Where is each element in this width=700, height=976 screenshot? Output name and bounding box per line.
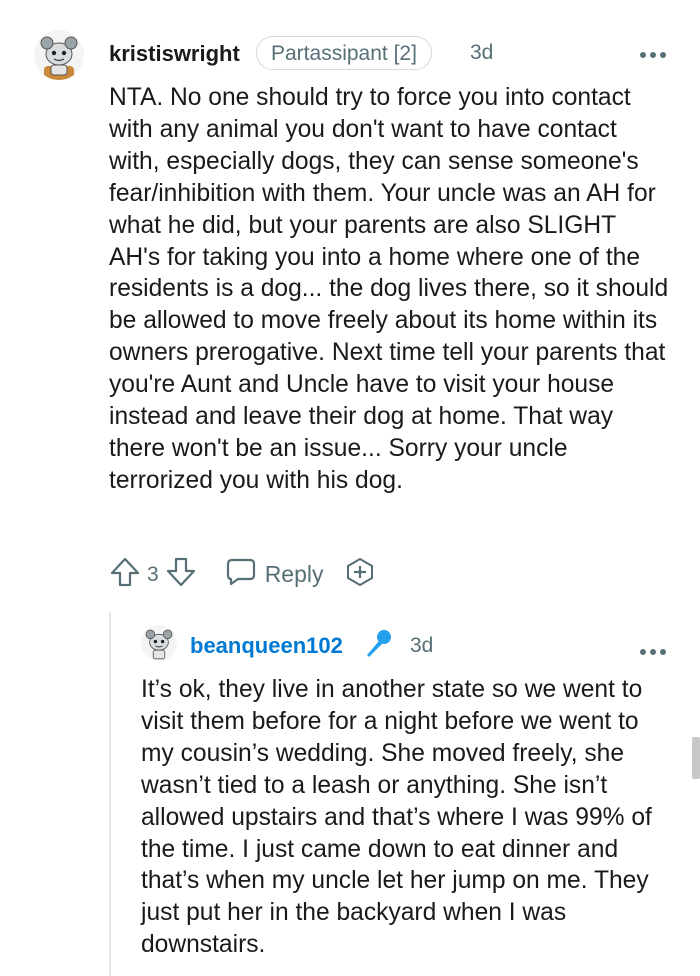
comment-actions: 3 Reply	[109, 556, 376, 593]
comment-body: NTA. No one should try to force you into…	[109, 82, 669, 497]
speech-bubble-icon	[225, 557, 257, 593]
arrow-up-icon[interactable]	[109, 556, 141, 593]
avatar[interactable]	[34, 30, 84, 80]
reply-button[interactable]: Reply	[225, 557, 324, 593]
vote-count: 3	[147, 562, 159, 586]
avatar[interactable]	[141, 625, 177, 661]
reply-timestamp: 3d	[410, 634, 434, 657]
plus-award-icon	[344, 556, 376, 593]
comment-text: NTA. No one should try to force you into…	[109, 84, 669, 494]
thread-line[interactable]	[109, 612, 111, 976]
comment-username[interactable]: kristiswright	[109, 41, 240, 67]
snoo-avatar-icon	[34, 30, 84, 80]
more-options-icon[interactable]	[640, 35, 666, 66]
reply-username[interactable]: beanqueen102	[190, 633, 343, 659]
reply-body: It’s ok, they live in another state so w…	[141, 674, 671, 961]
arrow-down-icon[interactable]	[165, 556, 197, 593]
reply-text: It’s ok, they live in another state so w…	[141, 676, 652, 959]
comment-timestamp: 3d	[470, 41, 494, 64]
award-button[interactable]	[344, 556, 376, 593]
user-flair: Partassipant [2]	[256, 36, 432, 70]
more-options-icon[interactable]	[640, 632, 666, 663]
scrollbar[interactable]	[692, 737, 700, 779]
snoo-avatar-icon	[141, 625, 177, 661]
microphone-icon	[362, 628, 394, 665]
reply-label: Reply	[264, 561, 324, 587]
